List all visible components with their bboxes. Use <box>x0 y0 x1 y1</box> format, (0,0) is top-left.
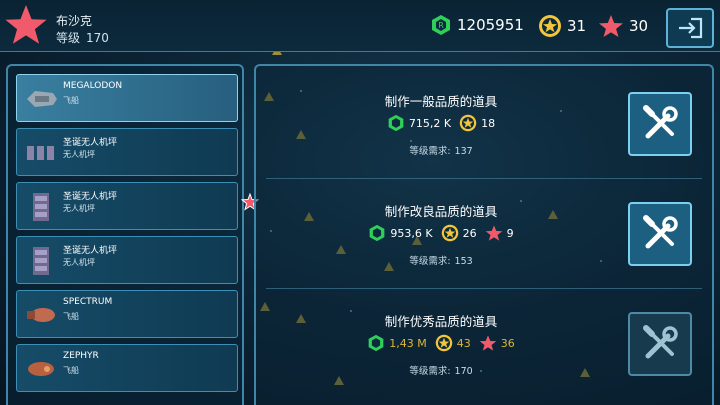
gold-star-icon <box>459 114 477 132</box>
credit-cost-value: 1,43 M <box>389 336 427 350</box>
credits-value: 1205951 <box>457 16 524 34</box>
credit-cost-value: 953,6 K <box>390 226 433 240</box>
craft-title: 制作优秀品质的道具 <box>384 314 498 329</box>
craft-button-excellent[interactable] <box>628 312 692 376</box>
red-star-cost: 9 <box>485 224 514 242</box>
gold-star-icon <box>441 224 458 242</box>
player-level-value: 170 <box>86 31 109 45</box>
level-requirement: 等级需求: 153 <box>256 253 626 267</box>
svg-text:R: R <box>438 21 444 30</box>
list-item-drone-pad-2[interactable]: 圣诞无人机坪 无人机坪 <box>16 182 238 230</box>
level-requirement-value: 137 <box>454 146 473 157</box>
drone-pad-icon <box>27 146 54 160</box>
gold-star-cost: 26 <box>441 224 477 242</box>
gold-star-icon <box>539 15 561 37</box>
craft-title: 制作改良品质的道具 <box>384 204 498 219</box>
craft-button-improved[interactable] <box>628 202 692 266</box>
craft-button-common[interactable] <box>628 92 692 156</box>
credit-icon <box>368 334 384 352</box>
ship-icon <box>27 91 57 107</box>
red-star-icon <box>599 15 623 37</box>
craft-option-common: 制作一般品质的道具 715,2 K 18 等级需求: 137 <box>256 66 712 176</box>
crafting-panel: 制作一般品质的道具 715,2 K 18 等级需求: 137 制作改良品质的道具… <box>254 64 714 405</box>
exit-icon <box>679 17 703 39</box>
level-requirement-value: 153 <box>454 256 473 267</box>
ship-icon <box>28 362 54 376</box>
top-bar: 布沙克 等级 170 R 1205951 31 30 <box>0 0 720 52</box>
list-item-drone-pad-3[interactable]: 圣诞无人机坪 无人机坪 <box>16 236 238 284</box>
item-name: ZEPHYR <box>63 351 99 361</box>
craft-option-improved: 制作改良品质的道具 953,6 K 26 9 等级需求: 153 <box>256 176 712 286</box>
credit-icon: R <box>432 15 450 35</box>
gold-stars-value: 31 <box>567 17 587 35</box>
list-item-spectrum[interactable]: SPECTRUM 飞船 <box>16 290 238 338</box>
item-list-panel: MEGALODON 飞船 圣诞无人机坪 无人机坪 圣诞无人机坪 无人机坪 圣诞无… <box>6 64 244 405</box>
wrench-screwdriver-icon <box>643 215 678 249</box>
gold-stars-counter: 31 <box>538 14 586 38</box>
item-name: SPECTRUM <box>63 297 113 307</box>
drone-pad-icon <box>33 193 49 221</box>
list-item-drone-pad-1[interactable]: 圣诞无人机坪 无人机坪 <box>16 128 238 176</box>
gold-star-icon <box>435 334 452 352</box>
gold-star-cost-value: 26 <box>462 226 477 240</box>
credit-icon <box>370 224 385 242</box>
red-star-cost: 36 <box>479 334 515 352</box>
level-requirement-label: 等级需求: <box>409 146 451 157</box>
craft-costs: 715,2 K 18 <box>256 114 626 132</box>
item-type: 无人机坪 <box>63 204 95 213</box>
credit-cost-value: 715,2 K <box>408 116 452 130</box>
red-star-cost-value: 36 <box>500 336 515 350</box>
item-type: 无人机坪 <box>63 258 95 267</box>
wrench-screwdriver-icon <box>643 325 678 359</box>
player-rank-star-icon <box>5 5 47 44</box>
player-name: 布沙克 <box>56 14 93 28</box>
gold-star-cost-value: 18 <box>481 116 496 130</box>
wrench-screwdriver-icon <box>643 105 678 139</box>
gold-star-cost: 43 <box>435 334 471 352</box>
item-name: MEGALODON <box>63 81 123 91</box>
red-star-icon <box>479 335 497 351</box>
level-requirement-value: 170 <box>454 366 473 377</box>
red-stars-counter: 30 <box>598 14 648 38</box>
craft-costs: 953,6 K 26 9 <box>256 224 626 242</box>
level-requirement-label: 等级需求: <box>409 366 451 377</box>
exit-button[interactable] <box>666 8 714 48</box>
player-level-label: 等级 <box>56 31 81 45</box>
credit-cost: 1,43 M <box>367 334 427 352</box>
credits-counter: R 1205951 <box>430 14 524 36</box>
item-name: 圣诞无人机坪 <box>63 246 118 256</box>
level-requirement: 等级需求: 137 <box>256 143 626 157</box>
ship-icon <box>27 308 55 322</box>
credit-cost: 953,6 K <box>368 224 433 242</box>
gold-star-cost: 18 <box>459 114 495 132</box>
red-stars-value: 30 <box>629 17 649 35</box>
craft-title: 制作一般品质的道具 <box>384 94 498 109</box>
credit-icon <box>388 114 404 132</box>
list-item-megalodon[interactable]: MEGALODON 飞船 <box>16 74 238 122</box>
item-type: 飞船 <box>63 96 79 105</box>
list-item-zephyr[interactable]: ZEPHYR 飞船 <box>16 344 238 392</box>
item-type: 无人机坪 <box>63 150 95 159</box>
gold-star-cost-value: 43 <box>456 336 471 350</box>
credit-cost: 715,2 K <box>387 114 451 132</box>
item-name: 圣诞无人机坪 <box>63 138 118 148</box>
player-level: 等级 170 <box>56 29 109 46</box>
red-star-icon <box>485 225 502 241</box>
item-name: 圣诞无人机坪 <box>63 192 118 202</box>
level-requirement: 等级需求: 170 <box>256 363 626 377</box>
drone-pad-icon <box>33 247 49 275</box>
item-type: 飞船 <box>63 312 79 321</box>
red-star-cost-value: 9 <box>506 226 514 240</box>
level-requirement-label: 等级需求: <box>409 256 451 267</box>
item-type: 飞船 <box>63 366 79 375</box>
craft-option-excellent: 制作优秀品质的道具 1,43 M 43 36 等级需求: 170 <box>256 286 712 396</box>
craft-costs: 1,43 M 43 36 <box>256 334 626 352</box>
